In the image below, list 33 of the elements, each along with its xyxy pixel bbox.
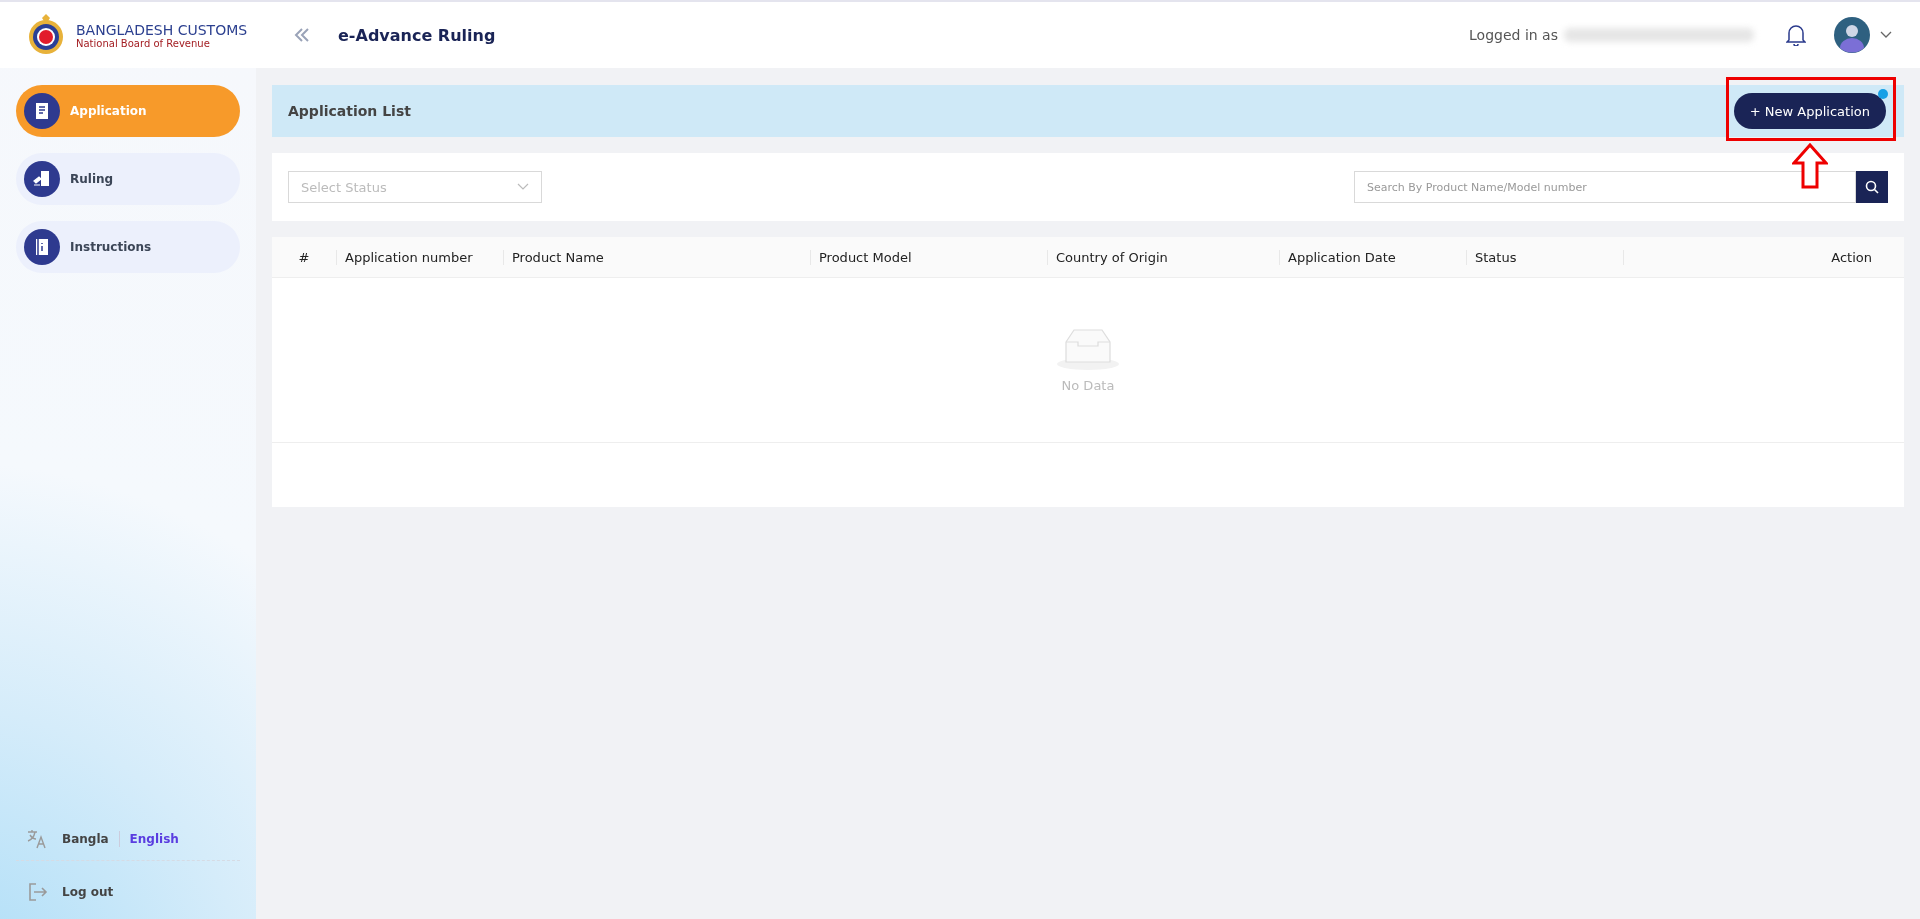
column-header: Status xyxy=(1466,249,1623,265)
language-option[interactable]: Bangla xyxy=(62,832,109,846)
notification-dot xyxy=(1878,89,1888,99)
brand-title: BANGLADESH CUSTOMS xyxy=(76,21,248,38)
search-icon xyxy=(1865,180,1879,194)
page-title: e-Advance Ruling xyxy=(338,25,496,45)
column-header: Application number xyxy=(336,249,503,265)
column-header: Product Model xyxy=(810,249,1047,265)
column-header: # xyxy=(297,249,311,265)
notification-bell-icon[interactable] xyxy=(1786,24,1806,46)
sidebar-nav-item[interactable]: Instructions xyxy=(16,221,240,273)
gavel-document-icon xyxy=(24,161,60,197)
list-title: Application List xyxy=(288,103,411,119)
avatar-icon[interactable] xyxy=(1834,17,1870,53)
column-header: Action xyxy=(1623,249,1904,265)
document-edit-icon xyxy=(24,93,60,129)
brand-subtitle: National Board of Revenue xyxy=(76,37,211,49)
column-header: Product Name xyxy=(503,249,810,265)
info-book-icon xyxy=(24,229,60,265)
column-header: Country of Origin xyxy=(1047,249,1279,265)
sidebar-nav-item[interactable]: Ruling xyxy=(16,153,240,205)
logout-link[interactable]: Log out xyxy=(62,885,114,899)
empty-state-text: No Data xyxy=(1061,377,1115,393)
translate-icon xyxy=(26,828,48,850)
search-button[interactable] xyxy=(1856,171,1888,203)
empty-inbox-icon xyxy=(1056,327,1120,370)
chevron-down-icon xyxy=(517,183,529,191)
search-field[interactable]: Search By Product Name/Model number xyxy=(1354,171,1856,203)
chevron-down-icon[interactable] xyxy=(1880,31,1892,39)
language-option[interactable]: English xyxy=(129,832,179,846)
logged-in-label: Logged in as xyxy=(1469,27,1558,43)
new-application-button[interactable]: + New Application xyxy=(1733,93,1886,129)
column-header: Application Date xyxy=(1279,249,1466,265)
